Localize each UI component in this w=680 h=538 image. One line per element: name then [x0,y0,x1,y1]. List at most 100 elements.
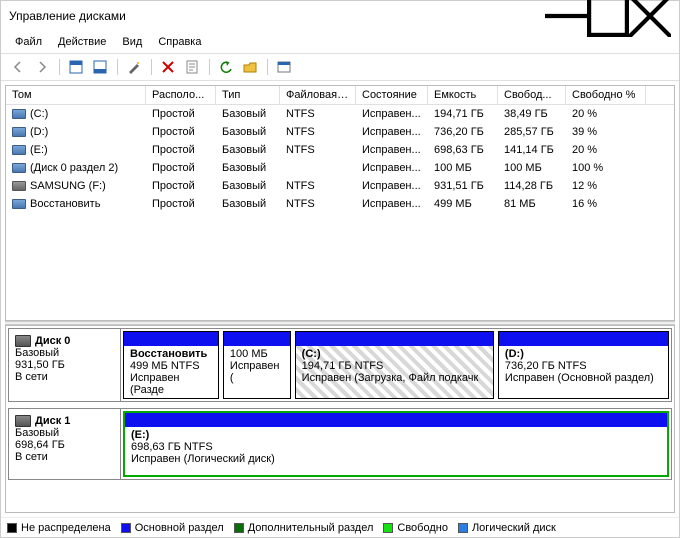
cell-fs: NTFS [280,143,356,157]
menubar: Файл Действие Вид Справка [1,31,679,53]
partition-header-bar [125,413,667,427]
cell-volume: Восстановить [6,197,146,211]
cell-volume: SAMSUNG (F:) [6,179,146,193]
view-bottom-icon[interactable] [89,56,111,78]
cell-freepc: 100 % [566,161,646,175]
cell-status: Исправен... [356,197,428,211]
cell-type: Базовый [216,161,280,175]
partition-body: Восстановить499 МБ NTFSИсправен (Разде [124,346,218,398]
column-headers: Том Располо... Тип Файловая с... Состоян… [6,86,674,105]
cell-fs [280,167,356,169]
disk-header[interactable]: Диск 1Базовый698,64 ГБВ сети [9,409,121,479]
cell-capacity: 100 МБ [428,161,498,175]
partition-body: (E:)698,63 ГБ NTFSИсправен (Логический д… [125,427,667,475]
col-free[interactable]: Свобод... [498,86,566,104]
volume-rows: (C:)ПростойБазовыйNTFSИсправен...194,71 … [6,105,674,320]
cell-type: Базовый [216,179,280,193]
wizard-icon[interactable] [123,56,145,78]
cell-free: 141,14 ГБ [498,143,566,157]
view-top-icon[interactable] [65,56,87,78]
disk-row: Диск 1Базовый698,64 ГБВ сети(E:)698,63 Г… [8,408,672,480]
disk-header[interactable]: Диск 0Базовый931,50 ГБВ сети [9,329,121,401]
disk-icon [15,415,31,427]
disk-partitions: (E:)698,63 ГБ NTFSИсправен (Логический д… [121,409,671,479]
partition[interactable]: 100 МБИсправен ( [223,331,291,399]
col-volume[interactable]: Том [6,86,146,104]
partition[interactable]: Восстановить499 МБ NTFSИсправен (Разде [123,331,219,399]
volume-icon [12,109,26,119]
delete-icon[interactable] [157,56,179,78]
cell-fs: NTFS [280,107,356,121]
cell-type: Базовый [216,143,280,157]
partition-header-bar [296,332,493,346]
menu-view[interactable]: Вид [114,34,150,50]
toolbar [1,53,679,81]
cell-free: 38,49 ГБ [498,107,566,121]
cell-status: Исправен... [356,107,428,121]
cell-free: 114,28 ГБ [498,179,566,193]
cell-freepc: 12 % [566,179,646,193]
forward-icon[interactable] [31,56,53,78]
col-capacity[interactable]: Емкость [428,86,498,104]
undo-icon[interactable] [215,56,237,78]
col-filesystem[interactable]: Файловая с... [280,86,356,104]
partition[interactable]: (E:)698,63 ГБ NTFSИсправен (Логический д… [123,411,669,477]
col-layout[interactable]: Располо... [146,86,216,104]
minimize-button[interactable] [545,1,587,31]
settings-icon[interactable] [273,56,295,78]
cell-free: 285,57 ГБ [498,125,566,139]
cell-free: 81 МБ [498,197,566,211]
explore-icon[interactable] [239,56,261,78]
table-row[interactable]: (Диск 0 раздел 2)ПростойБазовыйИсправен.… [6,159,674,177]
disk-partitions: Восстановить499 МБ NTFSИсправен (Разде10… [121,329,671,401]
disk-map: Диск 0Базовый931,50 ГБВ сетиВосстановить… [5,325,675,513]
legend-logical: Логический диск [458,522,556,534]
legend-extended: Дополнительный раздел [234,522,374,534]
legend-free: Свободно [383,522,448,534]
col-type[interactable]: Тип [216,86,280,104]
partition[interactable]: (C:)194,71 ГБ NTFSИсправен (Загрузка, Фа… [295,331,494,399]
cell-freepc: 16 % [566,197,646,211]
cell-layout: Простой [146,161,216,175]
legend-primary: Основной раздел [121,522,224,534]
cell-capacity: 499 МБ [428,197,498,211]
table-row[interactable]: ВосстановитьПростойБазовыйNTFSИсправен..… [6,195,674,213]
cell-capacity: 698,63 ГБ [428,143,498,157]
maximize-button[interactable] [587,1,629,31]
volume-icon [12,145,26,155]
cell-layout: Простой [146,125,216,139]
col-status[interactable]: Состояние [356,86,428,104]
back-icon[interactable] [7,56,29,78]
cell-layout: Простой [146,107,216,121]
col-free-pct[interactable]: Свободно % [566,86,646,104]
menu-help[interactable]: Справка [150,34,209,50]
cell-status: Исправен... [356,179,428,193]
table-row[interactable]: SAMSUNG (F:)ПростойБазовыйNTFSИсправен..… [6,177,674,195]
cell-status: Исправен... [356,161,428,175]
toolbar-sep [55,56,63,78]
table-row[interactable]: (C:)ПростойБазовыйNTFSИсправен...194,71 … [6,105,674,123]
volume-list: Том Располо... Тип Файловая с... Состоян… [5,85,675,321]
cell-volume: (D:) [6,125,146,139]
partition[interactable]: (D:)736,20 ГБ NTFSИсправен (Основной раз… [498,331,669,399]
cell-type: Базовый [216,125,280,139]
menu-file[interactable]: Файл [7,34,50,50]
window-title: Управление дисками [9,9,545,23]
cell-capacity: 736,20 ГБ [428,125,498,139]
cell-capacity: 931,51 ГБ [428,179,498,193]
cell-freepc: 20 % [566,143,646,157]
cell-freepc: 20 % [566,107,646,121]
partition-body: 100 МБИсправен ( [224,346,290,398]
cell-freepc: 39 % [566,125,646,139]
table-row[interactable]: (E:)ПростойБазовыйNTFSИсправен...698,63 … [6,141,674,159]
close-button[interactable] [629,1,671,31]
volume-icon [12,199,26,209]
partition-body: (C:)194,71 ГБ NTFSИсправен (Загрузка, Фа… [296,346,493,398]
properties-icon[interactable] [181,56,203,78]
partition-header-bar [224,332,290,346]
table-row[interactable]: (D:)ПростойБазовыйNTFSИсправен...736,20 … [6,123,674,141]
cell-fs: NTFS [280,197,356,211]
menu-action[interactable]: Действие [50,34,114,50]
content-area: Том Располо... Тип Файловая с... Состоян… [5,85,675,513]
titlebar: Управление дисками [1,1,679,31]
